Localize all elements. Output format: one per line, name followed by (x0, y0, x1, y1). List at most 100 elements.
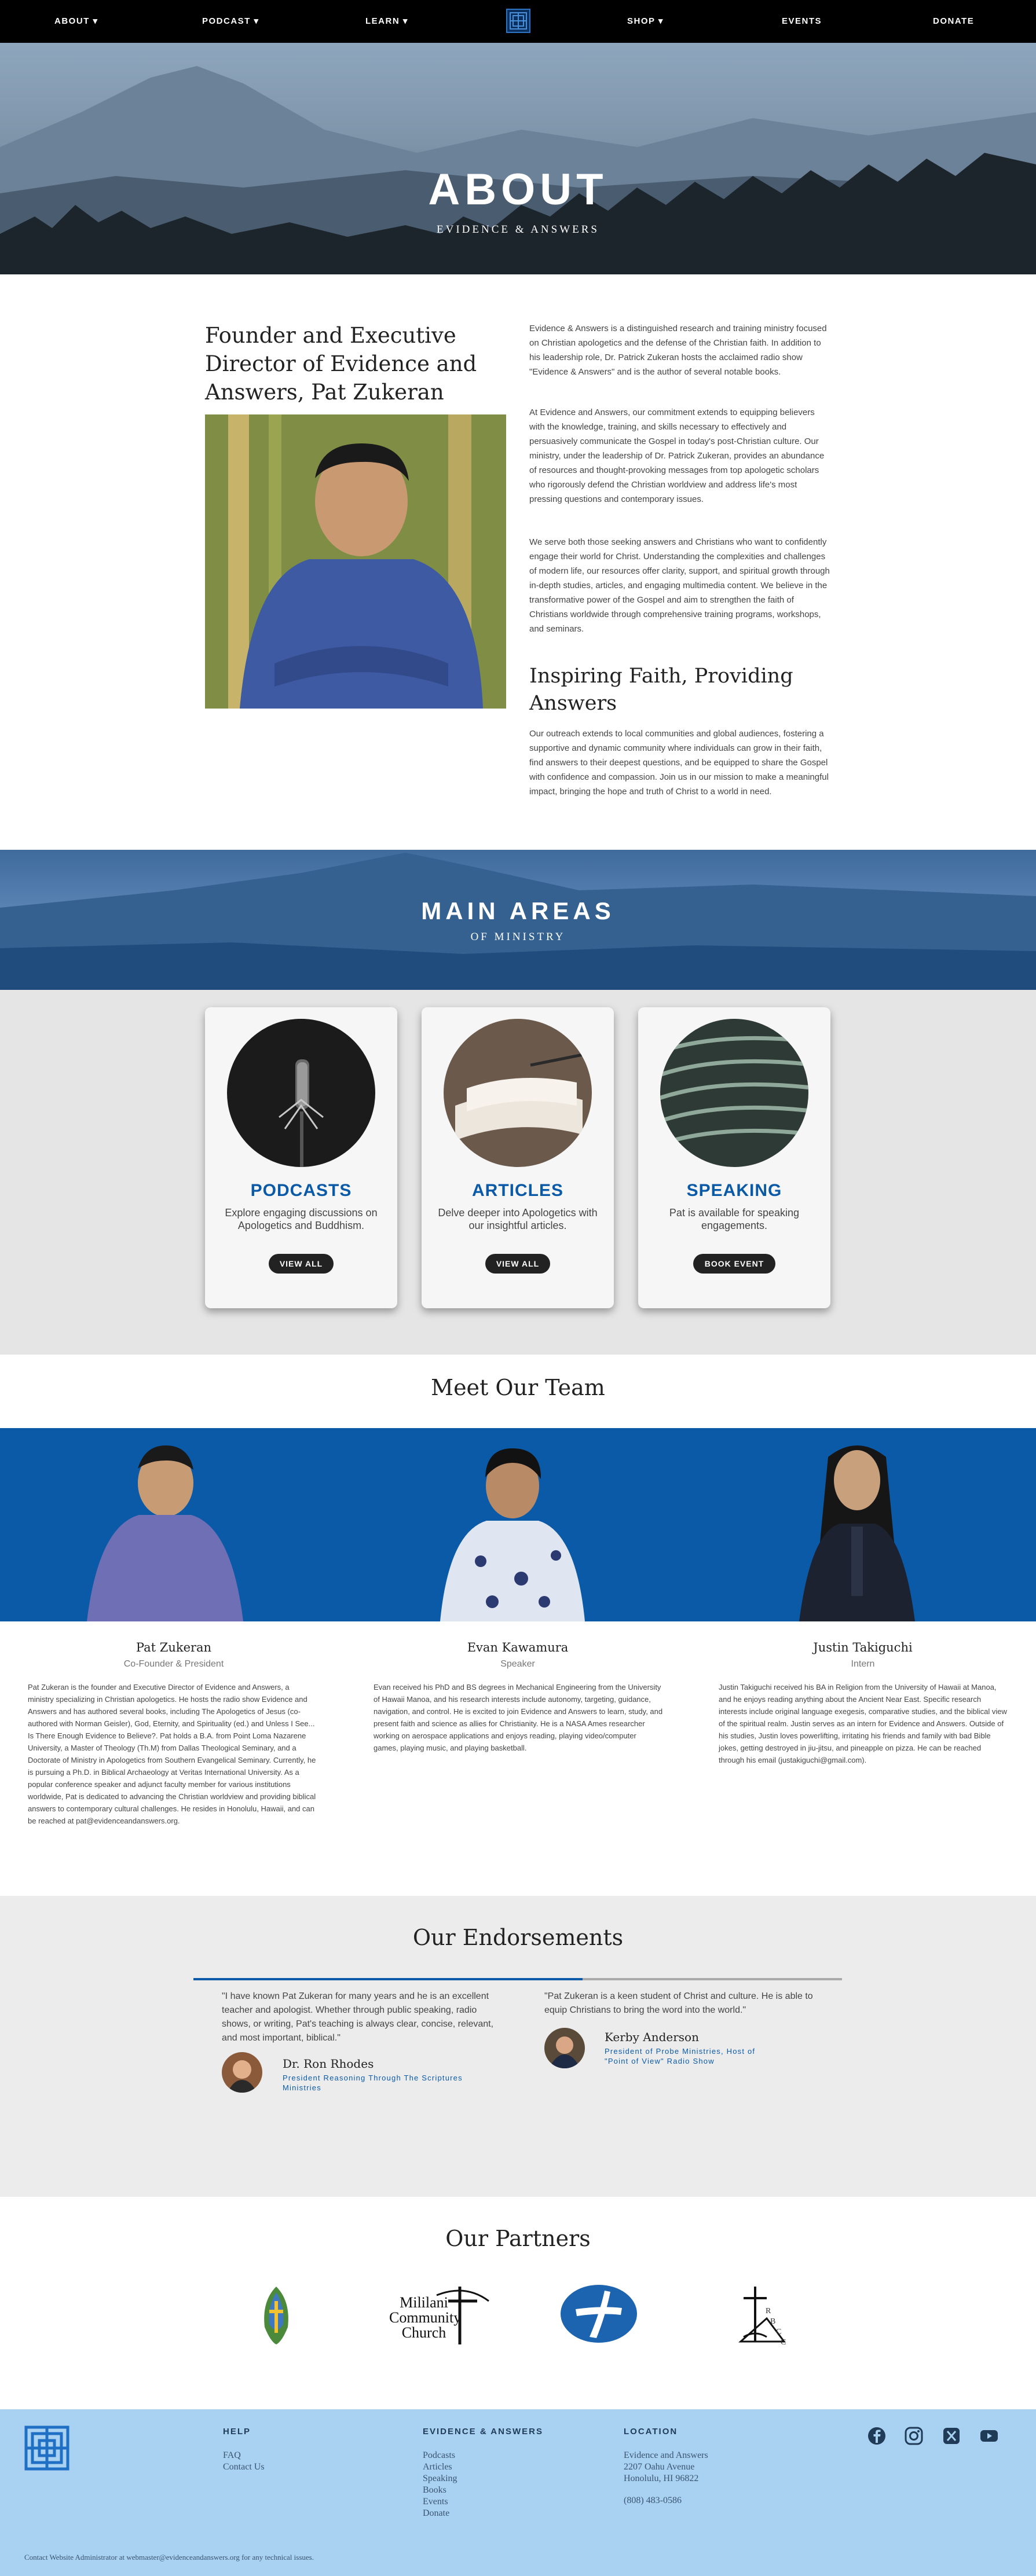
endorser-name-1: Dr. Ron Rhodes (283, 2057, 374, 2071)
card-podcasts-text: Explore engaging discussions on Apologet… (225, 1207, 378, 1231)
card-podcasts-title: PODCASTS (250, 1181, 352, 1200)
endorsements-heading: Our Endorsements (412, 1925, 624, 1950)
partner-rbcc-letter-2: B (770, 2317, 776, 2326)
nav-podcast[interactable]: PODCAST ▾ (202, 0, 259, 43)
notebook-image (444, 1019, 592, 1167)
footer-link-books[interactable]: Books (423, 2485, 446, 2496)
footer-location-line-2: 2207 Oahu Avenue (624, 2462, 695, 2472)
about-paragraph-1: Evidence & Answers is a distinguished re… (529, 324, 827, 377)
team-member-role-justin: Intern (851, 1659, 875, 1669)
logo-icon[interactable] (506, 9, 530, 33)
partner-mililani-line-2: Community (389, 2309, 462, 2326)
nav-podcast-label: PODCAST (202, 16, 251, 26)
footer-link-speaking[interactable]: Speaking (423, 2473, 457, 2485)
footer-location-line-3: Honolulu, HI 96822 (624, 2474, 699, 2483)
footer-help-title: HELP (223, 2427, 251, 2436)
team-member-role-evan: Speaker (500, 1659, 535, 1669)
book-event-button[interactable]: BOOK EVENT (693, 1254, 775, 1274)
nav-shop[interactable]: SHOP ▾ (627, 0, 664, 43)
endorsements-section: Our Endorsements "I have known Pat Zuker… (0, 1896, 1036, 2197)
top-navigation: ABOUT ▾ PODCAST ▾ LEARN ▾ SHOP ▾ EVENTS … (0, 0, 1036, 43)
endorsement-quote-2: "Pat Zukeran is a keen student of Christ… (544, 1991, 813, 2015)
card-articles-title: ARTICLES (472, 1181, 563, 1200)
nav-learn-label: LEARN (365, 16, 400, 26)
card-articles: ARTICLES Delve deeper into Apologetics w… (422, 1007, 614, 1308)
partner-rbcc-letter-3: C (776, 2328, 782, 2336)
card-speaking: SPEAKING Pat is available for speaking e… (638, 1007, 830, 1308)
footer-location-line-1: Evidence and Answers (624, 2450, 708, 2460)
founder-photo (205, 414, 506, 709)
team-member-name-evan: Evan Kawamura (467, 1641, 569, 1654)
card-articles-text: Delve deeper into Apologetics with our i… (438, 1207, 598, 1231)
chevron-down-icon: ▾ (93, 16, 98, 26)
chevron-down-icon: ▾ (658, 16, 664, 26)
footer-link-faq[interactable]: FAQ (223, 2450, 241, 2461)
chevron-down-icon: ▾ (254, 16, 259, 26)
card-speaking-text: Pat is available for speaking engagement… (669, 1207, 800, 1231)
team-photo-evan (440, 1448, 585, 1621)
footer-ea-title: EVIDENCE & ANSWERS (423, 2427, 543, 2436)
site-footer: HELP FAQ Contact Us EVIDENCE & ANSWERS P… (0, 2409, 1036, 2576)
team-member-bio-evan: Evan received his PhD and BS degrees in … (374, 1683, 663, 1752)
footer-logo-icon[interactable] (24, 2425, 69, 2471)
podcasts-view-all-button[interactable]: VIEW ALL (269, 1254, 334, 1274)
nav-events[interactable]: EVENTS (782, 0, 822, 43)
partner-rbcc-letter-4: C (781, 2338, 786, 2347)
endorser-name-2: Kerby Anderson (605, 2030, 699, 2044)
x-icon[interactable] (941, 2425, 962, 2446)
footer-link-donate[interactable]: Donate (423, 2508, 449, 2519)
team-member-bio-pat: Pat Zukeran is the founder and Executive… (28, 1683, 316, 1825)
hero-banner: ABOUT EVIDENCE & ANSWERS (0, 43, 1036, 274)
team-photo-band (0, 1428, 1036, 1621)
partner-logo-rbcc[interactable]: R B C C (732, 2284, 790, 2347)
partner-logo-1[interactable] (259, 2284, 294, 2350)
footer-location-title: LOCATION (624, 2427, 678, 2436)
partner-mililani-line-3: Church (401, 2324, 446, 2341)
partner-mililani-line-1: Mililani (400, 2294, 448, 2311)
partner-logo-mililani-community-church[interactable]: Mililani Community Church (379, 2284, 495, 2347)
card-speaking-title: SPEAKING (686, 1181, 782, 1200)
about-subheading: Inspiring Faith, Providing Answers (529, 665, 793, 715)
team-member-bio-justin: Justin Takiguchi received his BA in Reli… (719, 1683, 1007, 1764)
endorsement-quote-1: "I have known Pat Zukeran for many years… (222, 1991, 494, 2043)
about-paragraph-3: We serve both those seeking answers and … (529, 537, 830, 634)
partner-logo-3[interactable] (559, 2284, 638, 2346)
footer-phone[interactable]: (808) 483-0586 (624, 2495, 682, 2507)
card-podcasts: PODCASTS Explore engaging discussions on… (205, 1007, 397, 1308)
nav-shop-label: SHOP (627, 16, 656, 26)
endorser-title-2: President of Probe Ministries, Host of "… (605, 2047, 756, 2065)
facebook-icon[interactable] (866, 2425, 887, 2446)
page-title: ABOUT (428, 165, 608, 214)
ministry-cards-section: PODCASTS Explore engaging discussions on… (0, 990, 1036, 1355)
endorser-avatar-1 (222, 2052, 262, 2093)
partner-rbcc-letter-1: R (766, 2307, 771, 2316)
articles-view-all-button[interactable]: VIEW ALL (485, 1254, 550, 1274)
team-member-name-justin: Justin Takiguchi (813, 1641, 913, 1654)
microphone-image (227, 1019, 375, 1167)
hero-mountains-image (0, 66, 1036, 274)
main-areas-banner: MAIN AREAS OF MINISTRY (0, 850, 1036, 990)
footer-admin-contact: Contact Website Administrator at webmast… (24, 2553, 314, 2562)
team-heading: Meet Our Team (431, 1375, 605, 1400)
team-photo-pat (87, 1445, 243, 1621)
footer-link-contact-us[interactable]: Contact Us (223, 2461, 265, 2473)
about-outreach-paragraph: Our outreach extends to local communitie… (529, 729, 829, 797)
footer-link-articles[interactable]: Articles (423, 2461, 452, 2473)
team-member-name-pat: Pat Zukeran (136, 1641, 212, 1654)
team-photo-justin (799, 1445, 915, 1621)
main-areas-title: MAIN AREAS (421, 897, 615, 924)
footer-link-podcasts[interactable]: Podcasts (423, 2450, 455, 2461)
nav-learn[interactable]: LEARN ▾ (365, 0, 408, 43)
nav-about-label: ABOUT (54, 16, 90, 26)
footer-link-events[interactable]: Events (423, 2496, 448, 2508)
nav-about[interactable]: ABOUT ▾ (54, 0, 98, 43)
instagram-icon[interactable] (903, 2425, 924, 2446)
partners-heading: Our Partners (445, 2226, 591, 2251)
endorser-title-1: President Reasoning Through The Scriptur… (283, 2074, 463, 2092)
youtube-icon[interactable] (979, 2425, 1000, 2446)
carousel-progress (193, 1978, 583, 1980)
endorser-avatar-2 (544, 2028, 585, 2068)
page-subtitle: EVIDENCE & ANSWERS (437, 223, 599, 236)
nav-donate[interactable]: DONATE (933, 0, 974, 43)
team-member-role-pat: Co-Founder & President (123, 1659, 224, 1669)
